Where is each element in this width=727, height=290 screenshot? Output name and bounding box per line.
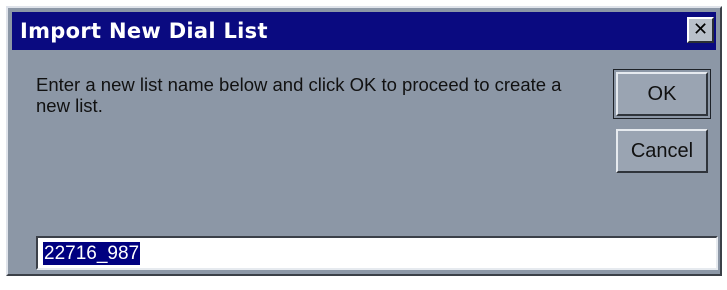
import-dial-list-dialog: Import New Dial List ✕ Enter a new list … xyxy=(6,6,722,276)
cancel-button-label: Cancel xyxy=(630,139,694,162)
ok-button[interactable]: OK xyxy=(613,69,711,119)
title-bar[interactable]: Import New Dial List ✕ xyxy=(12,12,716,50)
dialog-title: Import New Dial List xyxy=(20,19,268,43)
ok-button-label: OK xyxy=(647,82,677,105)
instruction-text: Enter a new list name below and click OK… xyxy=(36,74,562,116)
list-name-input[interactable]: 22716_987 xyxy=(36,236,718,270)
cancel-button[interactable]: Cancel xyxy=(616,129,708,173)
list-name-value: 22716_987 xyxy=(43,242,141,265)
close-button[interactable]: ✕ xyxy=(687,17,714,43)
close-icon: ✕ xyxy=(692,19,709,40)
